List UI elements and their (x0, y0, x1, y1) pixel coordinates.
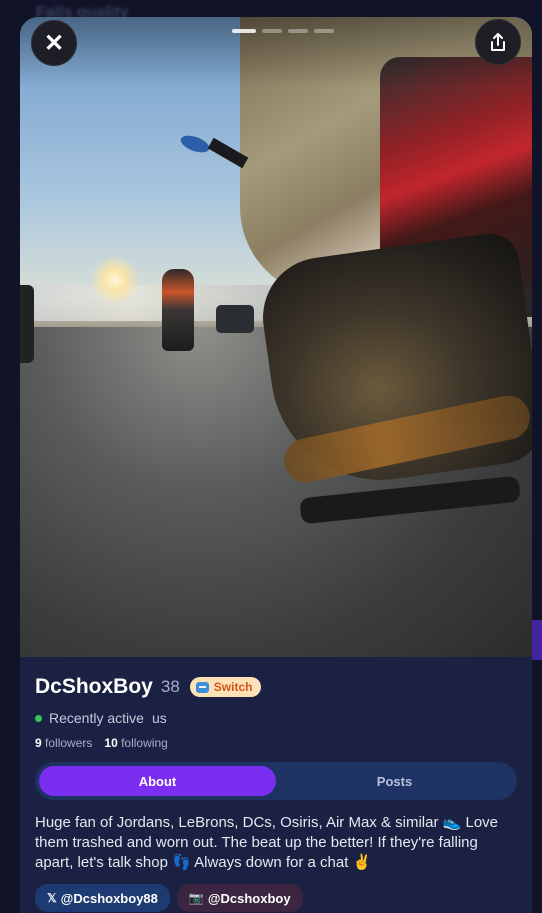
twitter-link[interactable]: 𝕏 @Dcshoxboy88 (35, 884, 170, 912)
following-count: 10 (104, 736, 118, 750)
profile-age: 38 (160, 677, 180, 696)
profile-tabs: About Posts (35, 762, 517, 800)
close-button[interactable]: ✕ (31, 20, 77, 66)
camera-icon: 📷 (188, 891, 204, 905)
photo-rider (162, 269, 194, 351)
profile-bio: Huge fan of Jordans, LeBrons, DCs, Osiri… (35, 814, 499, 871)
share-button[interactable] (475, 19, 521, 65)
profile-card: ✕ DcShoxBoy 38 Switch Recently active us… (20, 17, 532, 913)
profile-name: DcShoxBoy (35, 675, 153, 698)
name-row: DcShoxBoy 38 Switch (35, 675, 262, 699)
instagram-link[interactable]: 📷 @Dcshoxboy (176, 884, 303, 912)
tab-posts[interactable]: Posts (276, 766, 513, 796)
following-link[interactable]: 10 following (104, 736, 167, 750)
role-badge-label: Switch (213, 680, 253, 694)
share-icon (491, 33, 505, 51)
photo-car (216, 305, 254, 333)
role-badge: Switch (189, 677, 262, 697)
status-text: Recently active (49, 710, 144, 726)
followers-label: followers (45, 736, 93, 750)
photo-pager (232, 29, 334, 33)
photo-sun (90, 255, 140, 305)
followers-count: 9 (35, 736, 42, 750)
tab-about[interactable]: About (39, 766, 276, 796)
close-icon: ✕ (43, 29, 65, 57)
pager-dot[interactable] (288, 29, 308, 33)
pager-dot[interactable] (232, 29, 256, 33)
followers-link[interactable]: 9 followers (35, 736, 92, 750)
pager-dot[interactable] (314, 29, 334, 33)
instagram-handle: @Dcshoxboy (207, 890, 291, 906)
profile-info: DcShoxBoy 38 Switch Recently active us 9… (20, 657, 532, 913)
photo-bike-left (20, 285, 34, 363)
profile-photo[interactable]: ✕ (20, 17, 532, 657)
photo-mirror (178, 132, 212, 156)
activity-status: Recently active us (35, 710, 167, 726)
online-dot-icon (35, 714, 42, 722)
following-label: following (121, 736, 168, 750)
x-logo-icon: 𝕏 (47, 891, 57, 905)
follow-stats: 9 followers 10 following (35, 736, 168, 750)
switch-icon (195, 681, 209, 693)
pager-dot[interactable] (262, 29, 282, 33)
twitter-handle: @Dcshoxboy88 (60, 890, 158, 906)
country-code: us (151, 710, 167, 726)
social-links: 𝕏 @Dcshoxboy88 📷 @Dcshoxboy (35, 884, 303, 912)
photo-top-gradient (20, 17, 532, 87)
